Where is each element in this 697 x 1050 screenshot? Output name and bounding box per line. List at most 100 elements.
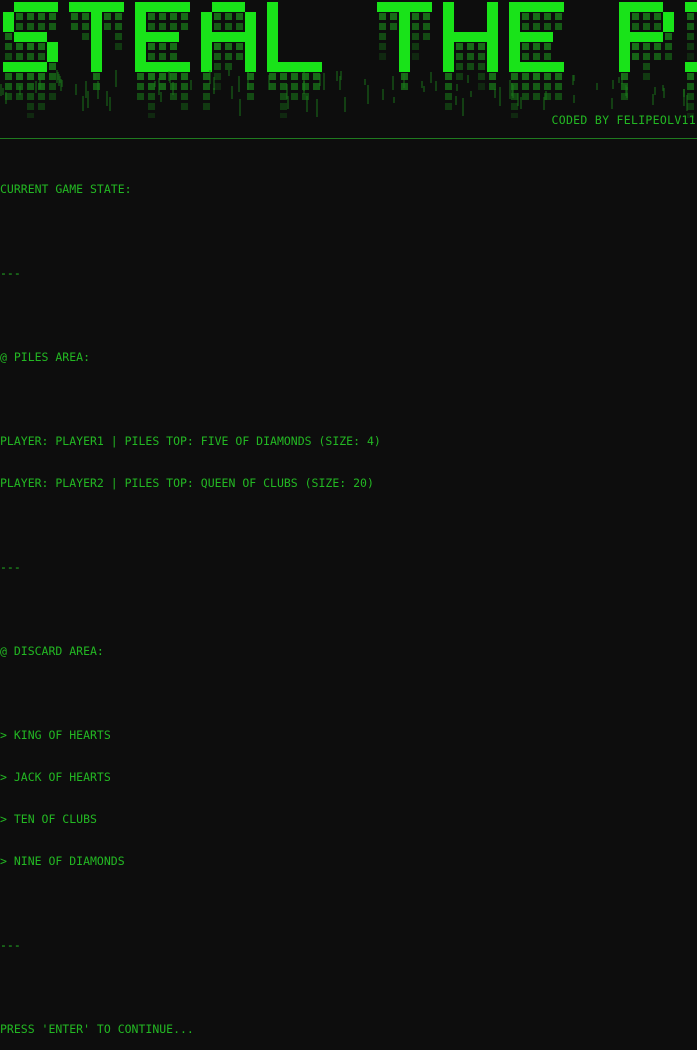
title-drip xyxy=(170,53,177,60)
title-drip xyxy=(687,43,694,50)
title-pixel xyxy=(36,32,47,42)
title-pixel xyxy=(234,32,245,42)
title-streak xyxy=(626,87,628,98)
title-pixel xyxy=(201,52,212,62)
title-drip xyxy=(280,93,287,100)
title-pixel xyxy=(267,62,278,72)
title-streak xyxy=(543,97,545,110)
title-streak xyxy=(423,86,425,92)
title-pixel xyxy=(410,2,421,12)
title-pixel xyxy=(201,12,212,22)
title-drip xyxy=(214,63,221,70)
title-drip xyxy=(148,73,155,80)
title-drip xyxy=(181,23,188,30)
title-pixel xyxy=(223,32,234,42)
title-drip xyxy=(544,73,551,80)
title-pixel xyxy=(454,32,465,42)
title-pixel xyxy=(641,32,652,42)
title-drip xyxy=(181,13,188,20)
title-streak xyxy=(2,88,4,95)
discard-card: > NINE OF DIAMONDS xyxy=(0,854,125,868)
title-pixel xyxy=(135,12,146,22)
title-drip xyxy=(27,113,34,118)
title-drip xyxy=(478,83,485,90)
title-pixel xyxy=(289,62,300,72)
title-drip xyxy=(280,113,287,118)
title-pixel xyxy=(542,32,553,42)
title-pixel xyxy=(487,2,498,12)
title-drip xyxy=(137,73,144,80)
title-streak xyxy=(435,81,437,91)
title-drip xyxy=(214,43,221,50)
title-drip xyxy=(214,53,221,60)
title-drip xyxy=(170,43,177,50)
title-drip xyxy=(643,53,650,60)
title-pixel xyxy=(377,2,388,12)
title-drip xyxy=(148,113,155,118)
title-pixel xyxy=(91,32,102,42)
title-pixel xyxy=(91,62,102,72)
title-streak xyxy=(470,91,472,97)
title-drip xyxy=(49,73,56,80)
title-streak xyxy=(683,89,685,97)
title-pixel xyxy=(509,2,520,12)
separator: --- xyxy=(0,560,21,574)
title-drip xyxy=(71,13,78,20)
title-pixel xyxy=(619,62,630,72)
title-pixel xyxy=(619,2,630,12)
title-drip xyxy=(412,43,419,50)
title-drip xyxy=(225,53,232,60)
title-streak xyxy=(239,99,241,116)
title-drip xyxy=(148,13,155,20)
title-pixel xyxy=(91,2,102,12)
title-drip xyxy=(148,83,155,90)
title-streak xyxy=(403,73,405,88)
title-pixel xyxy=(443,62,454,72)
title-drip xyxy=(687,93,694,100)
title-drip xyxy=(511,103,518,110)
title-streak xyxy=(663,88,665,98)
title-drip xyxy=(643,13,650,20)
title-drip xyxy=(489,83,496,90)
title-pixel xyxy=(201,42,212,52)
title-pixel xyxy=(135,2,146,12)
title-pixel xyxy=(80,2,91,12)
title-pixel xyxy=(245,32,256,42)
title-streak xyxy=(652,94,654,105)
title-drip xyxy=(632,43,639,50)
title-pixel xyxy=(399,62,410,72)
title-pixel xyxy=(267,42,278,52)
title-drip xyxy=(115,43,122,50)
title-pixel xyxy=(520,32,531,42)
title-drip xyxy=(533,43,540,50)
title-drip xyxy=(533,13,540,20)
title-streak xyxy=(238,76,240,92)
title-drip xyxy=(159,23,166,30)
title-streak xyxy=(455,96,457,105)
title-streak xyxy=(19,86,21,95)
game-state-output: CURRENT GAME STATE: --- @ PILES AREA: PL… xyxy=(0,154,697,1050)
title-drip xyxy=(423,23,430,30)
title-drip xyxy=(236,13,243,20)
title-drip xyxy=(225,63,232,70)
title-drip xyxy=(225,13,232,20)
title-streak xyxy=(106,91,108,106)
title-pixel xyxy=(201,22,212,32)
title-drip xyxy=(687,33,694,40)
title-pixel xyxy=(443,32,454,42)
title-drip xyxy=(467,63,474,70)
title-pixel xyxy=(509,52,520,62)
title-pixel xyxy=(179,62,190,72)
title-drip xyxy=(654,23,661,30)
title-pixel xyxy=(135,62,146,72)
title-pixel xyxy=(168,62,179,72)
title-drip xyxy=(555,83,562,90)
title-drip xyxy=(456,53,463,60)
title-drip xyxy=(522,23,529,30)
title-drip xyxy=(533,83,540,90)
title-drip xyxy=(49,93,56,100)
title-pixel xyxy=(663,22,674,32)
title-drip xyxy=(159,73,166,80)
header-divider xyxy=(0,138,697,139)
discard-card: > TEN OF CLUBS xyxy=(0,812,97,826)
